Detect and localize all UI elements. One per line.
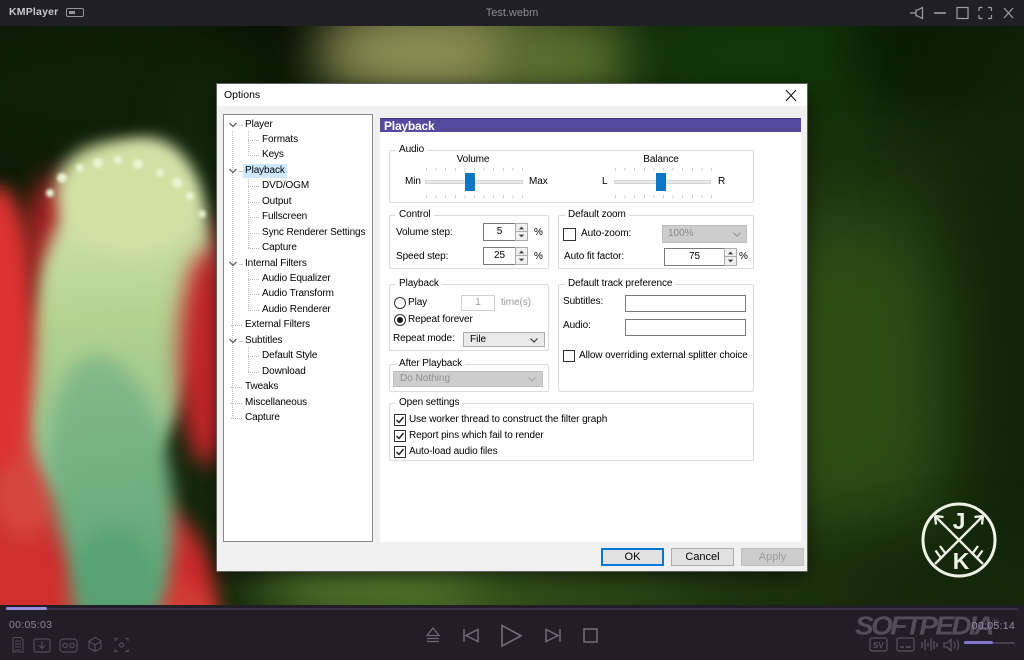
svg-text:K: K [953,548,970,574]
svg-text:SV: SV [873,641,884,650]
svg-text:J: J [953,508,966,534]
